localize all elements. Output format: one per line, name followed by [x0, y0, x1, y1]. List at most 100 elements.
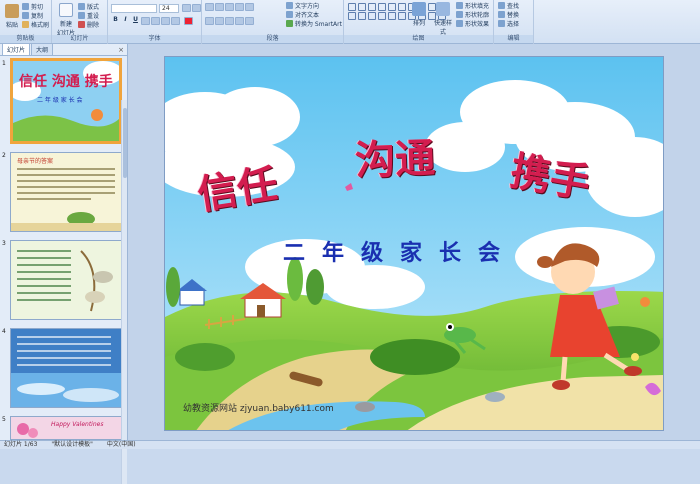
theme-name: "默认设计模板" [51, 441, 93, 448]
align-text-button[interactable]: 对齐文本 [286, 10, 319, 19]
smartart-button[interactable]: 转换为 SmartArt [286, 19, 342, 28]
strikethrough-icon[interactable] [141, 17, 150, 25]
drawing-label: 绘图 [344, 35, 493, 43]
thumb-title: 母亲节的答案 [17, 158, 54, 165]
quick-styles-button[interactable]: 快速样式 [432, 2, 454, 36]
slide-title-word-2[interactable]: 沟通 [354, 126, 436, 187]
align-center-icon[interactable] [215, 17, 224, 25]
outline-icon [456, 11, 463, 18]
slide-watermark: 幼教资源网站 zjyuan.baby611.com [183, 404, 334, 414]
quick-styles-icon [436, 2, 450, 16]
line-spacing-icon[interactable] [245, 3, 254, 11]
text-direction-button[interactable]: 文字方向 [286, 1, 319, 10]
new-slide-icon [59, 3, 73, 17]
tab-slides[interactable]: 幻灯片 [2, 43, 31, 55]
align-left-icon[interactable] [205, 17, 214, 25]
thumb-number: 1 [2, 60, 6, 67]
reset-button[interactable]: 重设 [78, 11, 99, 20]
brush-icon [22, 21, 29, 28]
close-icon[interactable]: × [118, 46, 124, 54]
editing-group: 查找 替换 选择 编辑 [494, 0, 534, 44]
slides-pane: 幻灯片 大纲 × 1 信任 沟通 携手 二 年 级 家 长 会 2 母亲节的答案… [0, 43, 128, 484]
arrange-button[interactable]: 排列 [410, 2, 428, 27]
slide-thumbnail[interactable]: 母亲节的答案 [10, 152, 122, 232]
spacing-icon[interactable] [161, 17, 170, 25]
shadow-icon[interactable] [151, 17, 160, 25]
new-slide-button[interactable]: 新建 幻灯片 [55, 3, 77, 37]
reset-icon [78, 12, 85, 19]
bold-icon[interactable]: B [111, 17, 120, 25]
slide-thumbnail[interactable]: Happy Valentines [10, 416, 122, 440]
shape-fill-button[interactable]: 形状填充 [456, 1, 489, 10]
copy-button[interactable]: 复制 [22, 11, 43, 20]
thumb-subtitle: 二 年 级 家 长 会 [37, 97, 83, 104]
delete-slide-button[interactable]: 删除 [78, 20, 99, 29]
editing-label: 编辑 [494, 35, 533, 43]
thumb-title: 信任 沟通 携手 [19, 74, 113, 90]
layout-button[interactable]: 版式 [78, 2, 99, 11]
font-size-box[interactable]: 24 [159, 4, 179, 13]
find-icon [498, 2, 505, 9]
clipboard-group: 粘贴 剪切 复制 格式刷 剪贴板 [0, 0, 52, 44]
drawing-group: 排列 快速样式 形状填充 形状轮廓 形状效果 绘图 [344, 0, 494, 44]
shape-outline-button[interactable]: 形状轮廓 [456, 10, 489, 19]
align-text-icon [286, 11, 293, 18]
increase-indent-icon[interactable] [235, 3, 244, 11]
paste-icon [5, 4, 19, 18]
current-slide[interactable]: 信任 沟通 携手 二年级家长会 幼教资源网站 zjyuan.baby611.co… [164, 56, 664, 431]
tab-outline[interactable]: 大纲 [31, 43, 54, 55]
font-group: 24 B I U 字体 [108, 0, 202, 44]
find-button[interactable]: 查找 [498, 1, 519, 10]
thumb-3-image [11, 241, 121, 319]
language-indicator: 中文(中国) [106, 441, 136, 448]
shrink-font-icon[interactable] [192, 4, 201, 12]
scissors-icon [22, 3, 29, 10]
thumb-number: 2 [2, 152, 6, 159]
copy-icon [22, 12, 29, 19]
decrease-indent-icon[interactable] [225, 3, 234, 11]
align-right-icon[interactable] [225, 17, 234, 25]
slide-subtitle[interactable]: 二年级家长会 [283, 235, 517, 267]
scrollbar-thumb[interactable] [123, 108, 127, 178]
bullets-icon[interactable] [205, 3, 214, 11]
slide-thumbnail[interactable] [10, 328, 122, 408]
font-label: 字体 [108, 35, 201, 43]
select-button[interactable]: 选择 [498, 19, 519, 28]
format-painter-button[interactable]: 格式刷 [22, 20, 49, 29]
clipboard-label: 剪贴板 [0, 35, 51, 43]
change-case-icon[interactable] [171, 17, 180, 25]
thumbnails-scrollbar[interactable] [121, 100, 127, 484]
paste-button[interactable]: 粘贴 [4, 4, 20, 29]
slide-title-word-1[interactable]: 信任 [193, 151, 281, 221]
columns-icon[interactable] [245, 17, 254, 25]
underline-icon[interactable]: U [131, 17, 140, 25]
slide-thumbnail[interactable]: 信任 沟通 携手 二 年 级 家 长 会 [10, 58, 122, 144]
thumb-number: 3 [2, 240, 6, 247]
replace-icon [498, 11, 505, 18]
smartart-icon [286, 20, 293, 27]
thumb-number: 4 [2, 328, 6, 335]
ribbon: 粘贴 剪切 复制 格式刷 剪贴板 新建 幻灯片 版式 重设 删除 幻灯片 24 … [0, 0, 700, 44]
slide-editor: 信任 沟通 携手 二年级家长会 幼教资源网站 zjyuan.baby611.co… [128, 44, 700, 440]
shape-effects-button[interactable]: 形状效果 [456, 19, 489, 28]
paragraph-group: 文字方向 对齐文本 转换为 SmartArt 段落 [202, 0, 344, 44]
slides-group: 新建 幻灯片 版式 重设 删除 幻灯片 [52, 0, 108, 44]
fill-icon [456, 2, 463, 9]
slide-thumbnail[interactable] [10, 240, 122, 320]
italic-icon[interactable]: I [121, 17, 130, 25]
justify-icon[interactable] [235, 17, 244, 25]
paragraph-label: 段落 [202, 35, 343, 43]
font-color-icon[interactable] [184, 17, 193, 25]
select-icon [498, 20, 505, 27]
arrange-icon [412, 2, 426, 16]
font-name-box[interactable] [111, 4, 157, 13]
delete-icon [78, 21, 85, 28]
effects-icon [456, 20, 463, 27]
thumb-title: Happy Valentines [51, 421, 104, 428]
replace-button[interactable]: 替换 [498, 10, 519, 19]
cut-button[interactable]: 剪切 [22, 2, 43, 11]
numbering-icon[interactable] [215, 3, 224, 11]
text-direction-icon [286, 2, 293, 9]
slide-counter: 幻灯片 1/63 [4, 441, 38, 448]
grow-font-icon[interactable] [182, 4, 191, 12]
